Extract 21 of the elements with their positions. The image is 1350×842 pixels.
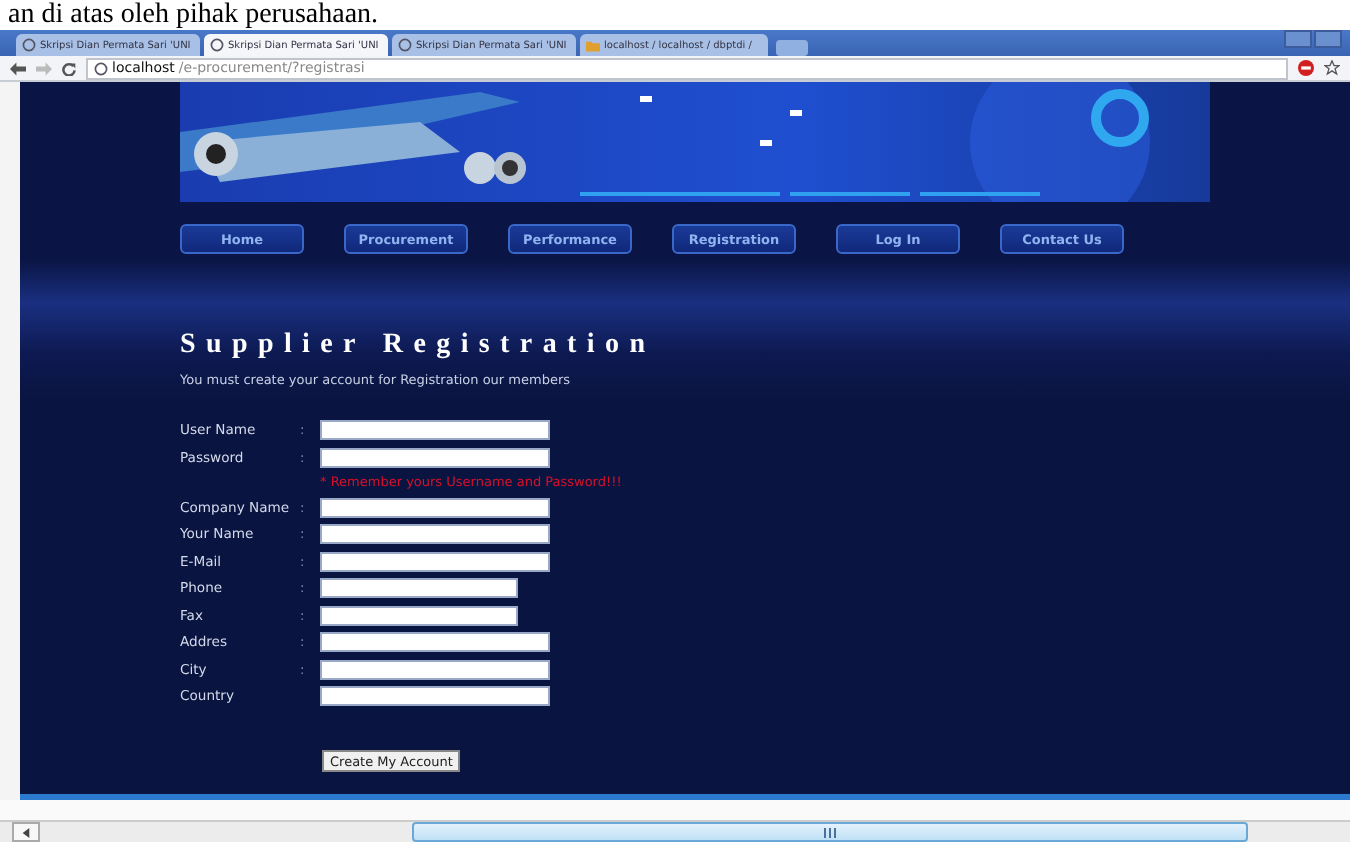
text-input[interactable] bbox=[320, 605, 518, 625]
page-title: Supplier Registration bbox=[180, 330, 658, 362]
folder-icon bbox=[586, 39, 600, 51]
text-input[interactable] bbox=[320, 659, 550, 679]
stop-sign-icon[interactable] bbox=[1298, 60, 1314, 76]
grip-icon bbox=[824, 827, 836, 837]
text-input[interactable] bbox=[320, 420, 550, 440]
back-icon[interactable] bbox=[10, 61, 26, 75]
text-input[interactable] bbox=[320, 578, 518, 598]
scrollbar-thumb[interactable] bbox=[412, 822, 1248, 842]
document-text: an di atas oleh pihak perusahaan. bbox=[6, 0, 381, 30]
left-arrow-icon bbox=[22, 827, 30, 837]
scroll-left-button[interactable] bbox=[12, 822, 40, 842]
text-input[interactable] bbox=[320, 686, 550, 706]
text-input[interactable] bbox=[320, 447, 550, 467]
text-input[interactable] bbox=[320, 497, 550, 517]
text-input[interactable] bbox=[320, 632, 550, 652]
text-input[interactable] bbox=[320, 524, 550, 544]
text-input[interactable] bbox=[320, 551, 550, 571]
star-icon[interactable] bbox=[1324, 60, 1340, 76]
reload-icon[interactable] bbox=[62, 61, 76, 75]
